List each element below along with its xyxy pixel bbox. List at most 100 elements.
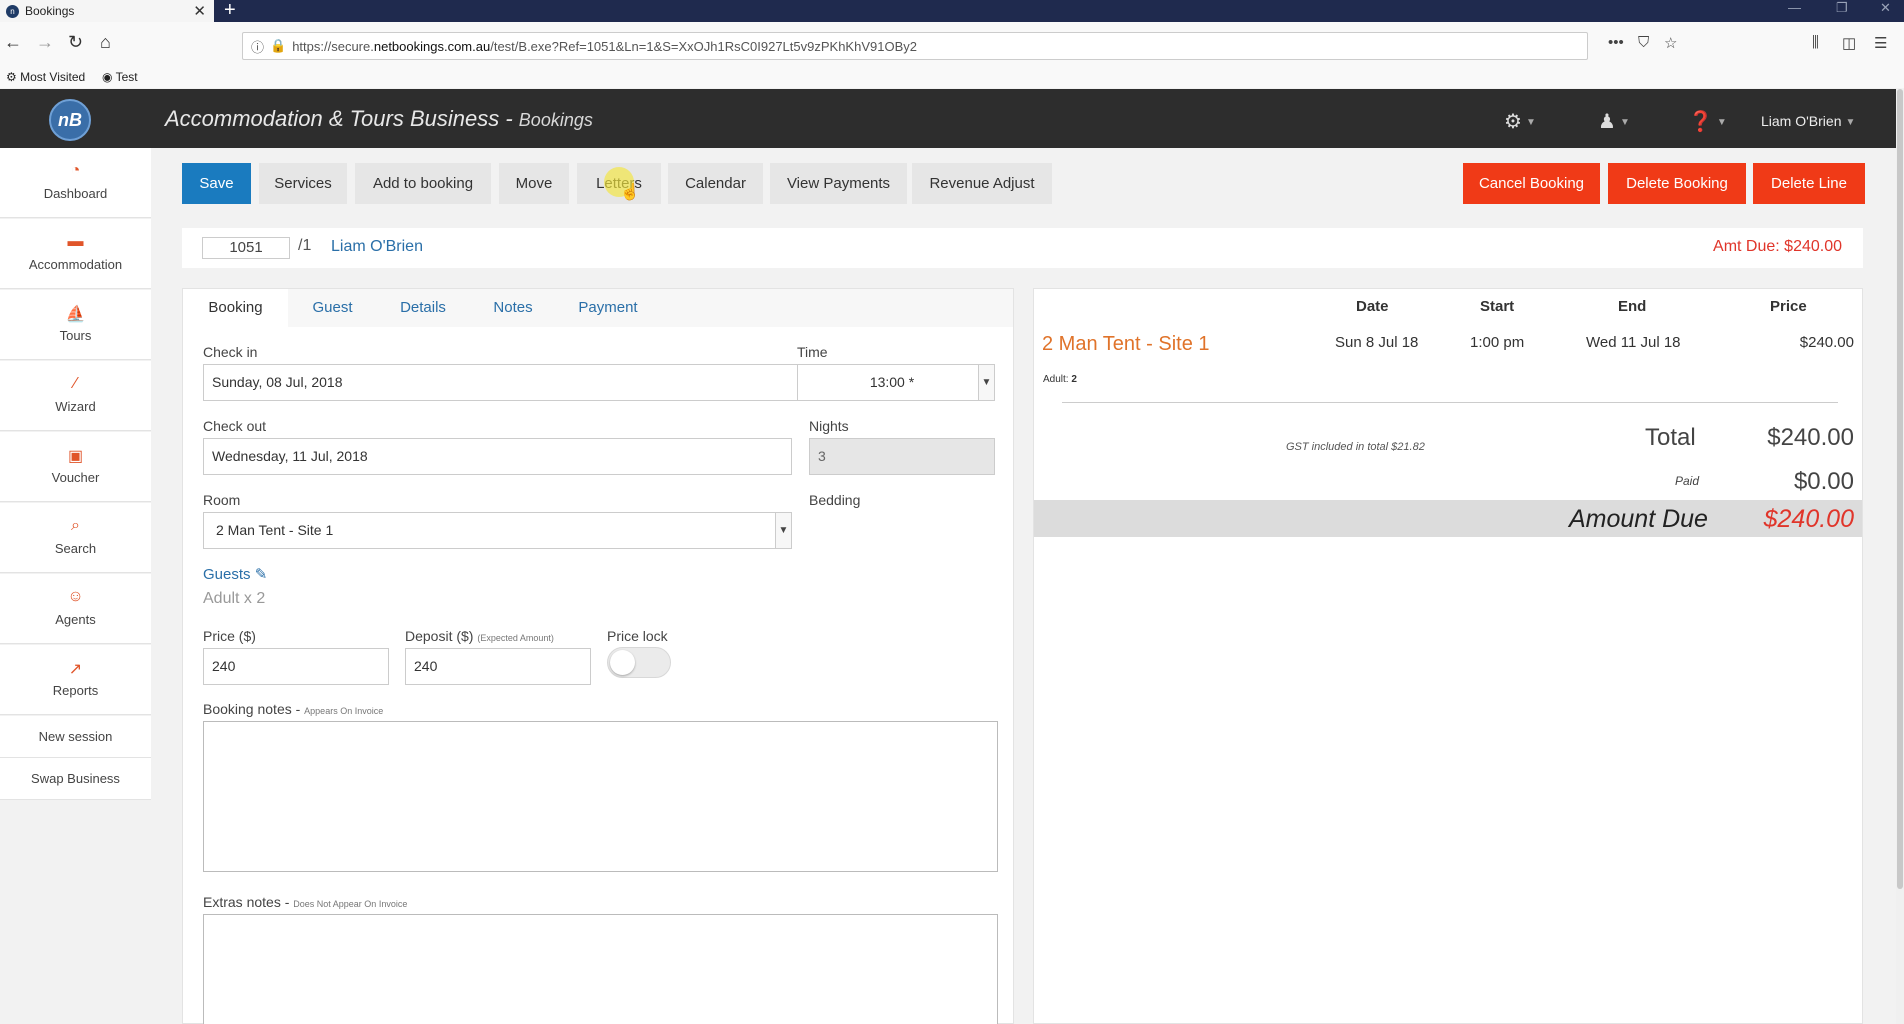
booking-header: 1051 /1 Liam O'Brien Amt Due: $240.00 xyxy=(182,228,1863,268)
support-agent-icon[interactable]: ♟ ▼ xyxy=(1598,109,1630,134)
check-in-field[interactable]: Sunday, 08 Jul, 2018 xyxy=(203,364,798,401)
bookmark-most-visited[interactable]: ⚙ Most Visited xyxy=(6,70,85,84)
chevron-down-icon[interactable]: ▼ xyxy=(775,513,791,548)
start-column-header: Start xyxy=(1480,298,1515,315)
booking-notes-textarea[interactable] xyxy=(203,721,998,872)
booking-line-number: /1 xyxy=(298,237,312,254)
booking-tabs: Booking Guest Details Notes Payment xyxy=(183,289,1013,327)
browser-tab-strip: n Bookings ✕ + — ❐ ✕ xyxy=(0,0,1904,22)
nights-field[interactable]: 3 xyxy=(809,438,995,475)
title-separator: - xyxy=(499,106,519,131)
nights-label: Nights xyxy=(809,418,849,434)
help-icon[interactable]: ❓ ▼ xyxy=(1688,109,1727,134)
add-to-booking-button[interactable]: Add to booking xyxy=(355,163,491,204)
chart-icon: ↗ xyxy=(68,661,83,678)
delete-line-button[interactable]: Delete Line xyxy=(1753,163,1865,204)
tab-details[interactable]: Details xyxy=(377,289,469,327)
app-header: nB Accommodation & Tours Business - Book… xyxy=(0,89,1896,148)
price-lock-toggle[interactable] xyxy=(607,647,671,678)
user-menu[interactable]: Liam O'Brien ▼ xyxy=(1761,113,1855,129)
booking-notes-label-text: Booking notes - xyxy=(203,701,305,717)
new-tab-icon[interactable]: + xyxy=(224,0,236,20)
deposit-label-text: Deposit ($) xyxy=(405,628,474,644)
extras-notes-label: Extras notes - Does Not Appear On Invoic… xyxy=(203,894,407,910)
view-payments-button[interactable]: View Payments xyxy=(770,163,907,204)
home-icon[interactable]: ⌂ xyxy=(100,32,111,53)
move-button[interactable]: Move xyxy=(499,163,569,204)
pocket-icon[interactable]: ⛉ xyxy=(1638,34,1649,51)
sidebar-item-agents[interactable]: ☺ Agents xyxy=(0,574,151,644)
sidebar: ◔ Dashboard ▬ Accommodation ⛵ Tours ⁄ Wi… xyxy=(0,148,151,1024)
check-out-label: Check out xyxy=(203,418,267,434)
guests-value: Adult x 2 xyxy=(203,590,266,607)
summary-item-date: Sun 8 Jul 18 xyxy=(1335,334,1419,351)
tab-notes[interactable]: Notes xyxy=(469,289,557,327)
summary-item-name[interactable]: 2 Man Tent - Site 1 xyxy=(1042,333,1210,356)
app-logo[interactable]: nB xyxy=(49,99,91,141)
new-session-link[interactable]: New session xyxy=(0,716,151,758)
amount-due-label: Amt Due: $240.00 xyxy=(1713,238,1842,255)
sidebar-item-label: Search xyxy=(54,541,97,556)
sidebar-item-wizard[interactable]: ⁄ Wizard xyxy=(0,361,151,431)
back-icon[interactable]: ← xyxy=(4,32,22,53)
forward-icon[interactable]: → xyxy=(36,32,54,53)
paid-label: Paid xyxy=(1675,474,1700,488)
settings-gear-icon[interactable]: ⚙ ▼ xyxy=(1504,109,1536,134)
hand-cursor-icon: ☝ xyxy=(620,184,640,201)
sidebar-item-dashboard[interactable]: ◔ Dashboard xyxy=(0,148,151,218)
sidebar-item-voucher[interactable]: ▣ Voucher xyxy=(0,432,151,502)
bookmark-test[interactable]: ◉ Test xyxy=(102,70,138,84)
browser-tab[interactable]: n Bookings ✕ xyxy=(0,0,214,22)
deposit-field[interactable]: 240 xyxy=(405,648,591,685)
booking-number-field[interactable]: 1051 xyxy=(202,237,290,259)
time-select[interactable]: 13:00 * ▼ xyxy=(797,364,995,401)
tab-guest[interactable]: Guest xyxy=(288,289,377,327)
total-value: $240.00 xyxy=(1767,424,1854,451)
scrollbar-thumb[interactable] xyxy=(1897,89,1903,889)
date-column-header: Date xyxy=(1356,298,1389,315)
page-subtitle: Bookings xyxy=(518,110,593,130)
adult-label: Adult: xyxy=(1043,374,1069,385)
url-bar[interactable]: ⓘ 🔒 https://secure. netbookings.com.au/te… xyxy=(242,32,1588,60)
save-button[interactable]: Save xyxy=(182,163,251,204)
cancel-booking-button[interactable]: Cancel Booking xyxy=(1463,163,1600,204)
page-scrollbar[interactable] xyxy=(1896,89,1904,1024)
sidebar-item-tours[interactable]: ⛵ Tours xyxy=(0,290,151,360)
minimize-icon[interactable]: — xyxy=(1788,0,1801,15)
sidebar-item-label: Accommodation xyxy=(28,257,123,272)
library-icon[interactable]: ⫼ xyxy=(1812,34,1819,51)
price-field[interactable]: 240 xyxy=(203,648,389,685)
bookmark-star-icon[interactable]: ☆ xyxy=(1664,34,1677,52)
agent-icon: ☺ xyxy=(67,588,84,605)
sidebar-item-label: Wizard xyxy=(55,399,96,414)
room-select[interactable]: 2 Man Tent - Site 1 ▼ xyxy=(203,512,792,549)
sidebar-item-accommodation[interactable]: ▬ Accommodation xyxy=(0,219,151,289)
revenue-adjust-button[interactable]: Revenue Adjust xyxy=(912,163,1052,204)
services-button[interactable]: Services xyxy=(259,163,347,204)
url-host: netbookings.com.au xyxy=(373,38,491,54)
chevron-down-icon[interactable]: ▼ xyxy=(978,365,994,400)
window-close-icon[interactable]: ✕ xyxy=(1880,0,1891,16)
restore-icon[interactable]: ❐ xyxy=(1836,0,1848,16)
calendar-button[interactable]: Calendar xyxy=(668,163,763,204)
price-column-header: Price xyxy=(1770,298,1807,315)
sidebar-item-reports[interactable]: ↗ Reports xyxy=(0,645,151,715)
booking-guest-link[interactable]: Liam O'Brien xyxy=(331,238,423,256)
menu-icon[interactable]: ☰ xyxy=(1874,34,1887,52)
close-tab-icon[interactable]: ✕ xyxy=(193,2,206,20)
room-label: Room xyxy=(203,492,241,508)
tab-booking[interactable]: Booking xyxy=(183,289,288,327)
swap-business-link[interactable]: Swap Business xyxy=(0,758,151,800)
guests-edit-link[interactable]: Guests ✎ xyxy=(203,565,267,583)
tab-payment[interactable]: Payment xyxy=(557,289,659,327)
amount-due-label: Amount Due xyxy=(1569,505,1708,533)
more-actions-icon[interactable]: ••• xyxy=(1608,34,1624,51)
check-out-field[interactable]: Wednesday, 11 Jul, 2018 xyxy=(203,438,792,475)
tours-icon: ⛵ xyxy=(65,306,86,323)
reload-icon[interactable]: ↻ xyxy=(68,32,83,53)
info-icon[interactable]: ⓘ xyxy=(251,37,264,56)
sidebar-toggle-icon[interactable]: ◫ xyxy=(1842,34,1856,52)
extras-notes-textarea[interactable] xyxy=(203,914,998,1024)
delete-booking-button[interactable]: Delete Booking xyxy=(1608,163,1746,204)
sidebar-item-search[interactable]: ⌕ Search xyxy=(0,503,151,573)
